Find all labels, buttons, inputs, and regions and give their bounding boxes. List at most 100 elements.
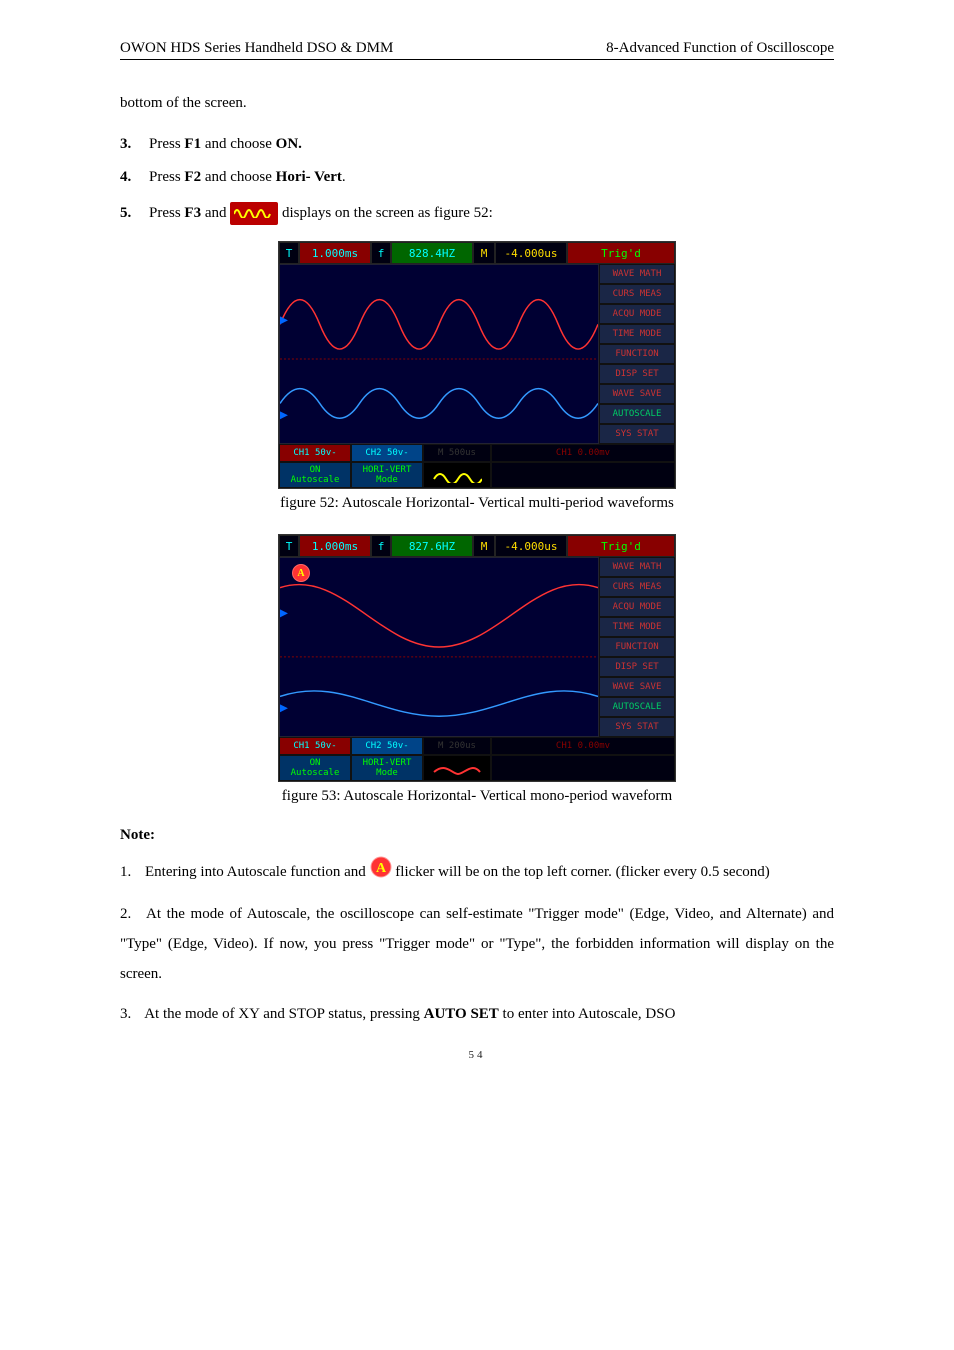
scope-figure-53: T 1.000ms f 827.6HZ M -4.000us Trig'd A …: [278, 534, 676, 782]
step-4-mid: and choose: [201, 169, 276, 185]
scope2-m-label: M: [473, 535, 495, 557]
page-header: OWON HDS Series Handheld DSO & DMM 8-Adv…: [120, 40, 834, 60]
step-4-post: .: [342, 169, 346, 185]
scope1-m-label: M: [473, 242, 495, 264]
scope2-channel-bar: CH1 50v- CH2 50v- M 200us CH1 0.00mv: [279, 737, 675, 755]
step-5-mid: and: [201, 205, 230, 221]
scope2-bot2-sub: Mode: [376, 768, 398, 778]
scope1-bot-empty: [491, 462, 675, 488]
scope1-timebase: 1.000ms: [299, 242, 371, 264]
scope2-mode[interactable]: HORI-VERT Mode: [351, 755, 423, 781]
scope1-menu-acqu-mode[interactable]: ACQU MODE: [599, 304, 675, 324]
scope1-menu-curs-meas[interactable]: CURS MEAS: [599, 284, 675, 304]
scope2-bot-empty: [491, 755, 675, 781]
scope1-wave-icon-slot[interactable]: [423, 462, 491, 488]
scope2-wave-icon-slot[interactable]: [423, 755, 491, 781]
note-3-pre: At the mode of XY and STOP status, press…: [144, 1006, 423, 1022]
step-3-num: 3.: [120, 136, 131, 152]
scope1-menu-autoscale[interactable]: AUTOSCALE: [599, 404, 675, 424]
note-heading: Note:: [120, 827, 834, 844]
step-3-pre: Press: [149, 136, 184, 152]
scope2-f-label: f: [371, 535, 391, 557]
step-5-post: displays on the screen as figure 52:: [282, 205, 493, 221]
scope1-trigger-status: Trig'd: [567, 242, 675, 264]
scope1-ch1: CH1 50v-: [279, 444, 351, 462]
scope2-ch1: CH1 50v-: [279, 737, 351, 755]
scope1-menu-function[interactable]: FUNCTION: [599, 344, 675, 364]
scope2-menu-sys-stat[interactable]: SYS STAT: [599, 717, 675, 737]
scope1-menu-wave-save[interactable]: WAVE SAVE: [599, 384, 675, 404]
scope1-top-bar: T 1.000ms f 828.4HZ M -4.000us Trig'd: [279, 242, 675, 264]
step-5-key: F3: [184, 205, 201, 221]
note-1: 1. Entering into Autoscale function and …: [120, 856, 834, 889]
note-1-post: flicker will be on the top left corner. …: [395, 864, 769, 880]
step-3-key: F1: [184, 136, 201, 152]
scope1-menu-time-mode[interactable]: TIME MODE: [599, 324, 675, 344]
header-left: OWON HDS Series Handheld DSO & DMM: [120, 40, 393, 57]
figure-53-caption: figure 53: Autoscale Horizontal- Vertica…: [120, 788, 834, 805]
header-right: 8-Advanced Function of Oscilloscope: [606, 40, 834, 57]
scope1-bottom-bar: ON Autoscale HORI-VERT Mode: [279, 462, 675, 488]
scope1-f-label: f: [371, 242, 391, 264]
multi-wave-icon: [230, 202, 278, 225]
scope2-menu-function[interactable]: FUNCTION: [599, 637, 675, 657]
step-3-mid: and choose: [201, 136, 276, 152]
scope1-menu-wave-math[interactable]: WAVE MATH: [599, 264, 675, 284]
scope1-autoscale-on[interactable]: ON Autoscale: [279, 462, 351, 488]
note-1-pre: Entering into Autoscale function and: [145, 864, 370, 880]
scope1-waveform-area: [279, 264, 599, 444]
step-5: 5. Press F3 and displays on the screen a…: [120, 202, 834, 225]
scope2-ch-trigger: CH1 0.00mv: [491, 737, 675, 755]
scope2-timebase: 1.000ms: [299, 535, 371, 557]
scope2-frequency: 827.6HZ: [391, 535, 473, 557]
scope2-t-label: T: [279, 535, 299, 557]
scope2-menu-curs-meas[interactable]: CURS MEAS: [599, 577, 675, 597]
scope2-menu-wave-save[interactable]: WAVE SAVE: [599, 677, 675, 697]
scope1-ch2: CH2 50v-: [351, 444, 423, 462]
note-3-post: to enter into Autoscale, DSO: [499, 1006, 676, 1022]
step-3-opt: ON.: [276, 136, 302, 152]
note-3-num: 3.: [120, 1006, 131, 1022]
scope1-menu-sys-stat[interactable]: SYS STAT: [599, 424, 675, 444]
scope1-ch-trigger: CH1 0.00mv: [491, 444, 675, 462]
autoscale-a-icon: A: [370, 856, 392, 889]
step-4-num: 4.: [120, 169, 131, 185]
scope2-menu-time-mode[interactable]: TIME MODE: [599, 617, 675, 637]
figure-52-caption: figure 52: Autoscale Horizontal- Vertica…: [120, 495, 834, 512]
step-4-opt: Hori- Vert: [276, 169, 342, 185]
scope1-bot1-sub: Autoscale: [291, 475, 340, 485]
intro-line: bottom of the screen.: [120, 88, 834, 118]
scope2-bot1-sub: Autoscale: [291, 768, 340, 778]
step-4-pre: Press: [149, 169, 184, 185]
scope2-side-menu: WAVE MATH CURS MEAS ACQU MODE TIME MODE …: [599, 557, 675, 737]
scope1-menu-disp-set[interactable]: DISP SET: [599, 364, 675, 384]
svg-text:A: A: [375, 861, 386, 876]
scope1-mode[interactable]: HORI-VERT Mode: [351, 462, 423, 488]
scope1-bot1-top: ON: [310, 465, 321, 475]
step-4-key: F2: [184, 169, 201, 185]
scope1-bot2-top: HORI-VERT: [363, 465, 412, 475]
scope2-m-time: M 200us: [423, 737, 491, 755]
scope1-bot2-sub: Mode: [376, 475, 398, 485]
scope1-t-label: T: [279, 242, 299, 264]
scope2-bottom-bar: ON Autoscale HORI-VERT Mode: [279, 755, 675, 781]
scope2-ch2: CH2 50v-: [351, 737, 423, 755]
scope2-menu-wave-math[interactable]: WAVE MATH: [599, 557, 675, 577]
scope1-offset: -4.000us: [495, 242, 567, 264]
scope1-channel-bar: CH1 50v- CH2 50v- M 500us CH1 0.00mv: [279, 444, 675, 462]
scope1-side-menu: WAVE MATH CURS MEAS ACQU MODE TIME MODE …: [599, 264, 675, 444]
scope2-menu-acqu-mode[interactable]: ACQU MODE: [599, 597, 675, 617]
scope1-m-time: M 500us: [423, 444, 491, 462]
scope2-menu-autoscale[interactable]: AUTOSCALE: [599, 697, 675, 717]
scope2-autoscale-on[interactable]: ON Autoscale: [279, 755, 351, 781]
scope2-waveform-area: A: [279, 557, 599, 737]
page-number: 54: [120, 1049, 834, 1061]
scope2-menu-disp-set[interactable]: DISP SET: [599, 657, 675, 677]
scope-figure-52: T 1.000ms f 828.4HZ M -4.000us Trig'd WA…: [278, 241, 676, 489]
step-4: 4. Press F2 and choose Hori- Vert.: [120, 169, 834, 186]
step-5-pre: Press: [149, 205, 184, 221]
scope2-trigger-status: Trig'd: [567, 535, 675, 557]
scope2-offset: -4.000us: [495, 535, 567, 557]
note-1-num: 1.: [120, 864, 131, 880]
note-3: 3. At the mode of XY and STOP status, pr…: [120, 999, 834, 1029]
